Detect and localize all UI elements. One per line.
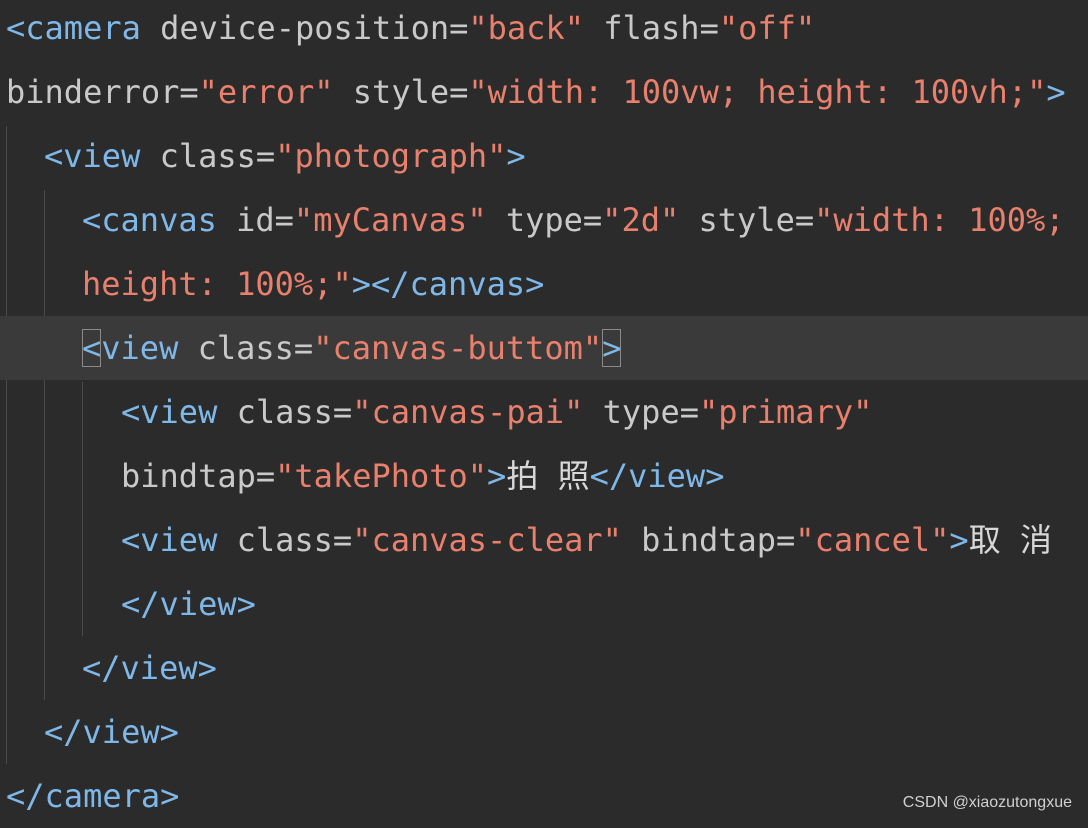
code-line-content: </view> [82,636,217,700]
code-line-content: binderror="error" style="width: 100vw; h… [6,60,1066,124]
code-token: "error" [198,73,334,111]
code-line-content: </camera> [6,764,179,828]
code-token: class= [178,329,314,367]
code-token: "width: 100vw; height: 100vh;" [468,73,1047,111]
code-token: "photograph" [275,137,507,175]
code-token: "cancel" [795,521,950,559]
code-line[interactable]: binderror="error" style="width: 100vw; h… [0,60,1088,124]
code-editor[interactable]: <camera device-position="back" flash="of… [0,0,1088,822]
code-token: <canvas [82,201,217,239]
code-token: 拍 照 [506,457,590,495]
code-token: type= [583,393,699,431]
code-line[interactable]: <canvas id="myCanvas" type="2d" style="w… [0,188,1088,252]
code-token: view [101,329,179,367]
code-token: "off" [718,9,816,47]
code-token: bindtap= [121,457,276,495]
code-token: > [487,457,507,495]
code-token: 取 消 [968,521,1052,559]
code-token: flash= [583,9,719,47]
code-token: > [602,329,622,367]
code-token: class= [217,393,353,431]
code-token: device-position= [140,9,469,47]
code-token: "2d" [602,201,680,239]
code-line[interactable]: <view class="photograph"> [0,124,1088,188]
code-line-content: </view> [121,572,256,636]
code-token: style= [679,201,815,239]
code-token: <view [44,137,141,175]
code-token: "width: 100%; [814,201,1065,239]
code-line[interactable]: height: 100%;"></canvas> [0,252,1088,316]
code-token: "canvas-pai" [352,393,584,431]
code-line[interactable]: <view class="canvas-clear" bindtap="canc… [0,508,1088,572]
code-token: <view [121,393,218,431]
csdn-watermark: CSDN @xiaozutongxue [902,794,1072,811]
code-line-content: <view class="canvas-buttom"> [82,316,622,380]
code-token: "canvas-clear" [352,521,622,559]
code-line-content: <view class="canvas-pai" type="primary" [121,380,872,444]
code-token: "primary" [698,393,873,431]
code-token: </view> [44,713,179,751]
code-token: "takePhoto" [275,457,488,495]
code-token: </view> [82,649,217,687]
code-line[interactable]: </view> [0,572,1088,636]
code-token: </view> [121,585,256,623]
code-line[interactable]: bindtap="takePhoto">拍 照</view> [0,444,1088,508]
code-token: < [82,329,102,367]
code-token: id= [216,201,294,239]
code-token: "canvas-buttom" [313,329,603,367]
code-line-content: <view class="canvas-clear" bindtap="canc… [121,508,1052,572]
code-token: style= [333,73,469,111]
code-line[interactable]: </view> [0,636,1088,700]
code-line-content: </view> [44,700,179,764]
code-token: > [506,137,526,175]
code-token: ></canvas> [351,265,545,303]
current-code-line[interactable]: <view class="canvas-buttom"> [0,316,1088,380]
code-line-content: <camera device-position="back" flash="of… [6,0,815,60]
code-token: binderror= [6,73,199,111]
code-token: "back" [468,9,584,47]
code-token: class= [217,521,353,559]
code-line[interactable]: <camera device-position="back" flash="of… [0,0,1088,60]
code-line-content: <canvas id="myCanvas" type="2d" style="w… [82,188,1065,252]
code-token: > [949,521,969,559]
code-line[interactable]: <view class="canvas-pai" type="primary" [0,380,1088,444]
code-token: <camera [6,9,141,47]
code-token: class= [140,137,276,175]
code-line-content: bindtap="takePhoto">拍 照</view> [121,444,724,508]
code-token: bindtap= [621,521,796,559]
code-token: </camera> [6,777,180,815]
code-line-content: height: 100%;"></canvas> [82,252,544,316]
code-token: height: 100%;" [82,265,352,303]
code-line-content: <view class="photograph"> [44,124,526,188]
code-token: </view> [589,457,725,495]
code-token: <view [121,521,218,559]
code-token: type= [486,201,603,239]
code-token: > [1046,73,1066,111]
code-line[interactable]: </view> [0,700,1088,764]
code-token: "myCanvas" [293,201,487,239]
